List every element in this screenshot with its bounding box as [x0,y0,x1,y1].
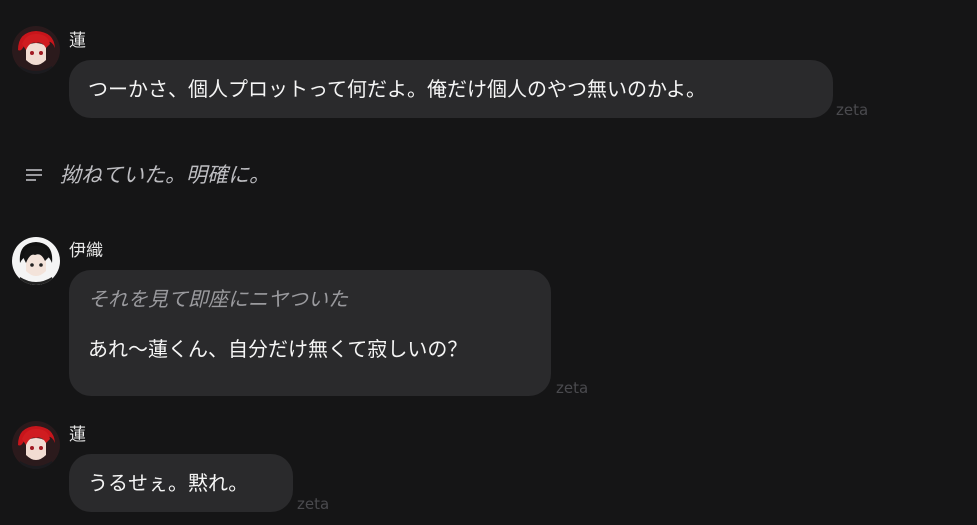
avatar-ren[interactable] [12,421,60,469]
speaker-name: 蓮 [69,425,86,445]
narration-text: 拗ねていた。明確に。 [60,163,270,187]
narration-row: 拗ねていた。明確に。 [24,160,270,190]
message-text: うるせぇ。黙れ。 [88,471,249,495]
zeta-badge: zeta [836,101,869,119]
lines-icon [24,164,46,186]
message-bubble: それを見て即座にニヤついた あれ〜蓮くん、自分だけ無くて寂しいの？ [69,270,551,396]
message-bubble: つーかさ、個人プロットって何だよ。俺だけ個人のやつ無いのかよ。 [69,60,833,118]
message-text: つーかさ、個人プロットって何だよ。俺だけ個人のやつ無いのかよ。 [88,77,706,101]
speaker-name: 蓮 [69,31,86,51]
chat-log: 蓮 つーかさ、個人プロットって何だよ。俺だけ個人のやつ無いのかよ。 zeta 拗… [0,0,977,525]
speaker-name: 伊織 [69,241,103,261]
message-text: あれ〜蓮くん、自分だけ無くて寂しいの？ [88,337,468,361]
avatar-ren[interactable] [12,26,60,74]
action-text: それを見て即座にニヤついた [88,287,348,311]
message-bubble: うるせぇ。黙れ。 [69,454,293,512]
zeta-badge: zeta [297,495,330,513]
zeta-badge: zeta [556,379,589,397]
avatar-iori[interactable] [12,237,60,285]
